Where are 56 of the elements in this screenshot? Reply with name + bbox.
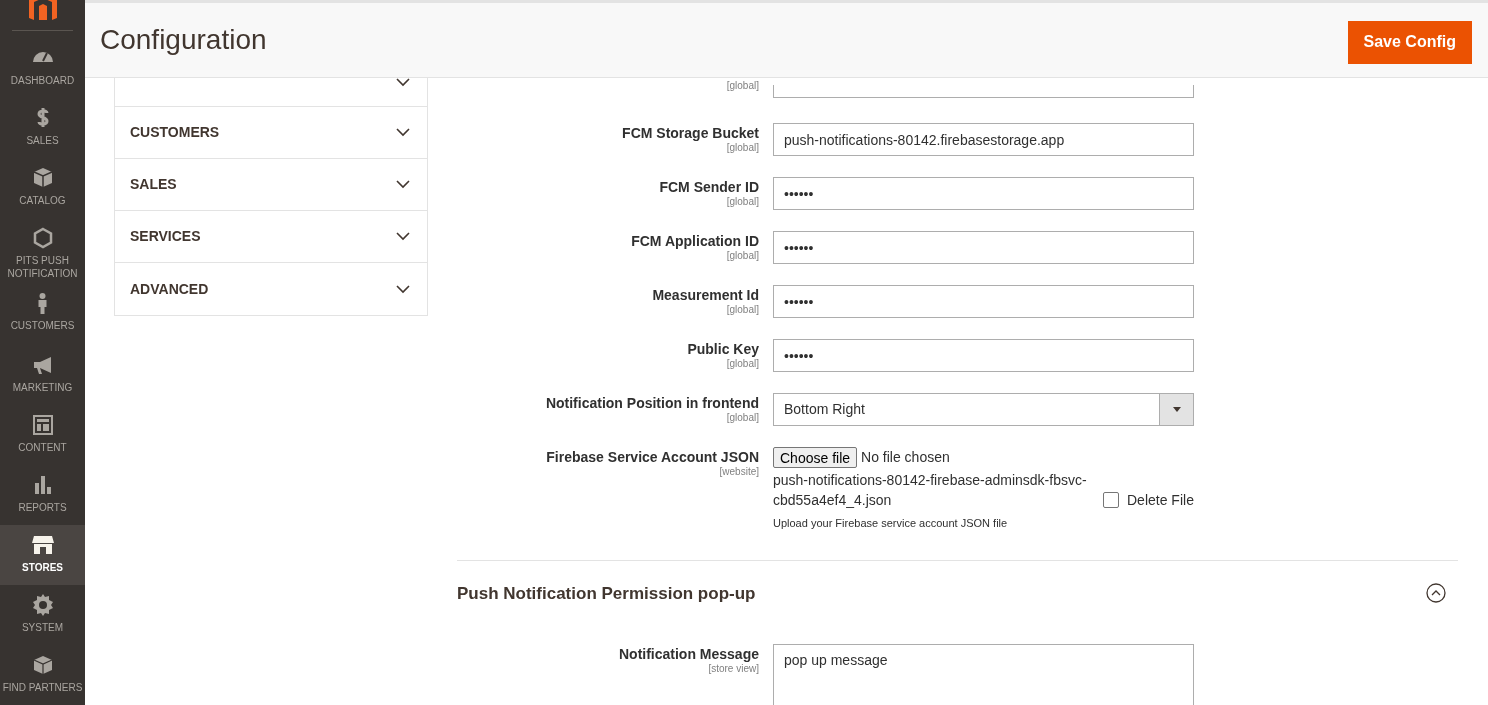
layout-icon <box>30 413 55 437</box>
scope-label: [global] <box>726 412 759 424</box>
storefront-icon <box>30 533 55 557</box>
sidebar-item[interactable]: FIND PARTNERS <box>0 645 85 705</box>
text-field[interactable]: •••••• <box>773 339 1194 372</box>
chevron-down-icon <box>396 180 410 189</box>
file-status: No file chosen <box>861 448 950 467</box>
dropdown-field[interactable]: Bottom Right <box>773 393 1194 426</box>
chevron-down-icon <box>396 128 410 137</box>
field-label: Measurement Id <box>652 287 759 304</box>
chevron-down-icon <box>396 284 410 294</box>
field-label: FCM Storage Bucket <box>622 125 759 142</box>
delete-file-label[interactable]: Delete File <box>1127 490 1194 510</box>
field-label: Public Key <box>687 341 759 358</box>
sidebar-item[interactable]: SALES <box>0 98 85 158</box>
page-title: Configuration <box>100 23 267 57</box>
chevron-down-icon <box>396 78 410 87</box>
sidebar-item[interactable]: DASHBOARD <box>0 38 85 98</box>
text-field[interactable]: push-notifications-80142.firebasestorage.app <box>773 123 1194 156</box>
scope-label: [global] <box>726 250 759 262</box>
field-label: Notification Position in frontend <box>545 395 759 412</box>
chevron-down-icon <box>396 232 410 241</box>
field-label: FCM Sender ID <box>659 179 759 196</box>
scope-label: [store view] <box>708 663 759 675</box>
gear-icon <box>30 593 55 617</box>
text-field[interactable]: •••••• <box>773 285 1194 318</box>
scope-label: [global] <box>726 358 759 370</box>
field-label: Notification Message <box>618 646 759 663</box>
text-field[interactable] <box>773 84 1194 98</box>
section-title: Push Notification Permission pop-up <box>457 582 756 605</box>
field-label: Firebase Service Account JSON <box>546 449 759 466</box>
person-icon <box>38 293 47 315</box>
sidebar-item[interactable]: STORES <box>0 525 85 585</box>
message-textarea[interactable]: pop up message <box>773 644 1194 705</box>
scope-label: [global] <box>726 196 759 208</box>
collapse-icon[interactable] <box>1426 583 1446 604</box>
text-field[interactable]: •••••• <box>773 177 1194 210</box>
save-config-button[interactable]: Save Config <box>1347 20 1472 64</box>
sidebar-item[interactable]: REPORTS <box>0 465 85 525</box>
sidebar-item[interactable]: CATALOG <box>0 158 85 218</box>
choose-file-button[interactable]: Choose file <box>773 447 858 468</box>
sidebar-item[interactable]: SYSTEM <box>0 585 85 645</box>
scope-label: [global] <box>726 142 759 154</box>
scope-label: [global] <box>726 304 759 316</box>
file-name: push-notifications-80142-firebase-adminsdk-fbsvc-cbd55a4ef4_4.json <box>773 471 1088 510</box>
text-field[interactable]: •••••• <box>773 231 1194 264</box>
sidebar-item[interactable]: CUSTOMERS <box>0 285 85 345</box>
field-note: Upload your Firebase service account JSON file <box>773 516 1009 531</box>
caret-down-icon <box>1172 407 1181 412</box>
sidebar-item[interactable]: CONTENT <box>0 405 85 465</box>
field-label: FCM Application ID <box>631 233 759 250</box>
sidebar-item[interactable]: PITS PUSH NOTIFICATION <box>0 218 85 285</box>
scope-label: [website] <box>719 466 759 478</box>
scope-label: [global] <box>726 80 759 92</box>
delete-checkbox[interactable] <box>1103 492 1119 508</box>
sidebar-item[interactable]: MARKETING <box>0 345 85 405</box>
